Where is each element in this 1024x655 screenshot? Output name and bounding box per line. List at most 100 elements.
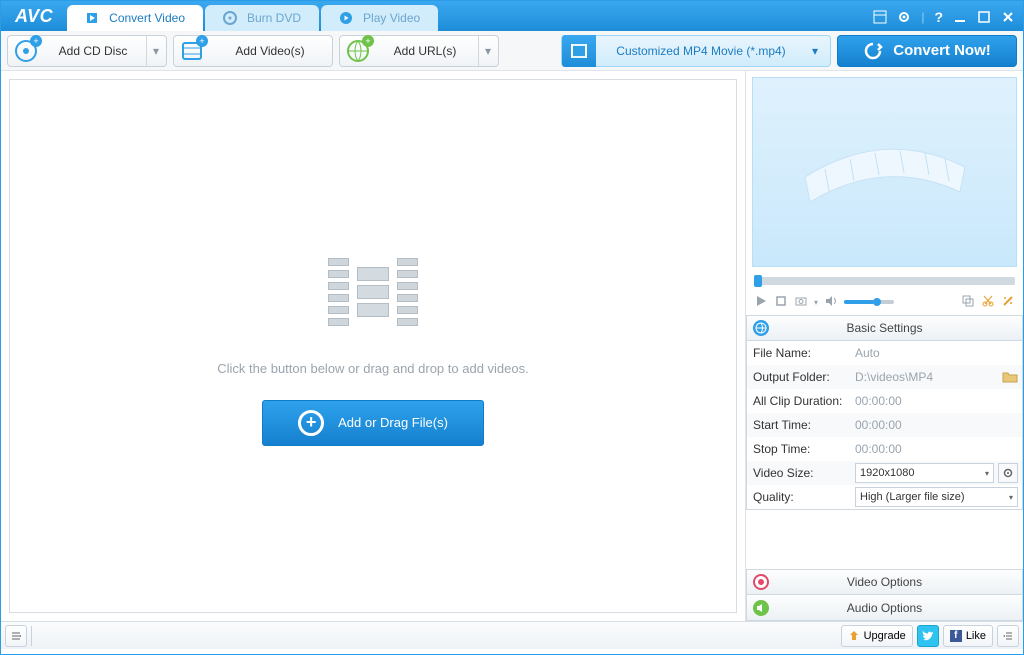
gear-icon: [1002, 467, 1014, 479]
plus-badge-icon: +: [30, 35, 42, 47]
disc-icon: [223, 11, 237, 25]
brand-logo: AVC: [1, 6, 67, 31]
play-icon[interactable]: [754, 294, 768, 311]
twitter-button[interactable]: [917, 625, 939, 647]
seek-slider[interactable]: [754, 277, 1015, 285]
file-name-value[interactable]: Auto: [855, 346, 1022, 360]
tab-convert-video[interactable]: Convert Video: [67, 5, 203, 31]
format-label: Customized MP4 Movie (*.mp4): [596, 44, 806, 58]
titlebar: AVC Convert Video Burn DVD Play Video | …: [1, 1, 1023, 31]
setting-file-name: File Name: Auto: [747, 341, 1022, 365]
upgrade-button[interactable]: Upgrade: [841, 625, 913, 647]
setting-stop-time: Stop Time: 00:00:00: [747, 437, 1022, 461]
setting-start-time: Start Time: 00:00:00: [747, 413, 1022, 437]
chevron-down-icon: ▾: [985, 469, 989, 478]
twitter-icon: [921, 629, 935, 643]
add-videos-button[interactable]: + Add Video(s): [173, 35, 333, 67]
cut-icon[interactable]: [981, 294, 995, 311]
video-size-select[interactable]: 1920x1080 ▾: [855, 463, 994, 483]
window-controls: | ?: [865, 9, 1023, 31]
output-format-dropdown[interactable]: Customized MP4 Movie (*.mp4) ▾: [561, 35, 831, 67]
folder-icon[interactable]: [1002, 371, 1018, 383]
button-label: Add CD Disc: [48, 44, 138, 58]
facebook-like-button[interactable]: f Like: [943, 625, 993, 647]
add-urls-button[interactable]: + Add URL(s) ▾: [339, 35, 499, 67]
play-icon: [339, 11, 353, 25]
preview-panel: [752, 77, 1017, 267]
button-label: Add or Drag File(s): [338, 415, 448, 430]
film-reel-icon: [785, 117, 985, 227]
button-label: Convert Now!: [893, 42, 991, 59]
drop-area[interactable]: Click the button below or drag and drop …: [9, 79, 737, 613]
copy-icon[interactable]: [961, 294, 975, 311]
section-label: Video Options: [847, 575, 922, 589]
audio-options-header[interactable]: Audio Options: [746, 595, 1023, 621]
close-icon[interactable]: [1001, 10, 1015, 24]
tab-burn-dvd[interactable]: Burn DVD: [205, 5, 319, 31]
gear-icon[interactable]: [897, 10, 911, 24]
video-size-settings-button[interactable]: [998, 463, 1018, 483]
all-clip-value: 00:00:00: [855, 394, 1022, 408]
volume-slider[interactable]: [844, 300, 894, 304]
refresh-icon: [863, 41, 883, 61]
drop-hint: Click the button below or drag and drop …: [217, 361, 528, 376]
output-folder-value[interactable]: D:\videos\MP4: [855, 370, 998, 384]
convert-now-button[interactable]: Convert Now!: [837, 35, 1017, 67]
disc-icon: +: [12, 37, 40, 65]
status-bar: Upgrade f Like: [1, 621, 1023, 649]
up-arrow-icon: [848, 630, 860, 642]
media-controls: ▾: [746, 289, 1023, 315]
facebook-icon: f: [950, 630, 962, 642]
plus-circle-icon: +: [298, 410, 324, 436]
setting-output-folder: Output Folder: D:\videos\MP4: [747, 365, 1022, 389]
help-icon[interactable]: ?: [934, 9, 943, 25]
record-icon: [753, 574, 769, 590]
add-files-button[interactable]: + Add or Drag File(s): [262, 400, 484, 446]
chevron-down-icon: ▾: [1009, 493, 1013, 502]
file-list-pane: Click the button below or drag and drop …: [1, 71, 745, 621]
tab-label: Convert Video: [109, 11, 185, 25]
maximize-icon[interactable]: [977, 10, 991, 24]
separator: |: [921, 10, 924, 24]
video-options-header[interactable]: Video Options: [746, 569, 1023, 595]
effects-icon[interactable]: [1001, 294, 1015, 311]
section-label: Audio Options: [847, 601, 922, 615]
chevron-down-icon: ▾: [478, 36, 492, 66]
setting-video-size: Video Size: 1920x1080 ▾: [747, 461, 1022, 485]
volume-icon[interactable]: [824, 294, 838, 311]
button-label: Add URL(s): [380, 44, 470, 58]
convert-icon: [85, 11, 99, 25]
film-strip-icon: [562, 35, 596, 67]
chevron-down-icon[interactable]: ▾: [814, 298, 818, 307]
menu-icon[interactable]: [873, 10, 887, 24]
stop-time-value[interactable]: 00:00:00: [855, 442, 1022, 456]
chevron-down-icon: ▾: [146, 36, 160, 66]
globe-icon: [753, 320, 769, 336]
filmstrip-placeholder-icon: [328, 247, 418, 337]
basic-settings-table: File Name: Auto Output Folder: D:\videos…: [746, 341, 1023, 510]
speaker-icon: [753, 600, 769, 616]
tab-label: Burn DVD: [247, 11, 301, 25]
start-time-value[interactable]: 00:00:00: [855, 418, 1022, 432]
basic-settings-header[interactable]: Basic Settings: [746, 315, 1023, 341]
add-cd-disc-button[interactable]: + Add CD Disc ▾: [7, 35, 167, 67]
quality-select[interactable]: High (Larger file size) ▾: [855, 487, 1018, 507]
tab-label: Play Video: [363, 11, 420, 25]
setting-quality: Quality: High (Larger file size) ▾: [747, 485, 1022, 509]
panel-expand-button[interactable]: [997, 625, 1019, 647]
plus-badge-icon: +: [362, 35, 374, 47]
list-collapse-button[interactable]: [5, 625, 27, 647]
separator: [31, 626, 32, 646]
stop-icon[interactable]: [774, 294, 788, 311]
button-label: Add Video(s): [214, 44, 326, 58]
section-label: Basic Settings: [846, 321, 922, 335]
film-icon: +: [178, 37, 206, 65]
plus-badge-icon: +: [196, 35, 208, 47]
globe-icon: +: [344, 37, 372, 65]
snapshot-icon[interactable]: [794, 294, 808, 311]
setting-all-clip-duration: All Clip Duration: 00:00:00: [747, 389, 1022, 413]
toolbar: + Add CD Disc ▾ + Add Video(s) + Add URL…: [1, 31, 1023, 71]
tab-play-video[interactable]: Play Video: [321, 5, 438, 31]
chevron-down-icon: ▾: [806, 44, 824, 58]
minimize-icon[interactable]: [953, 10, 967, 24]
